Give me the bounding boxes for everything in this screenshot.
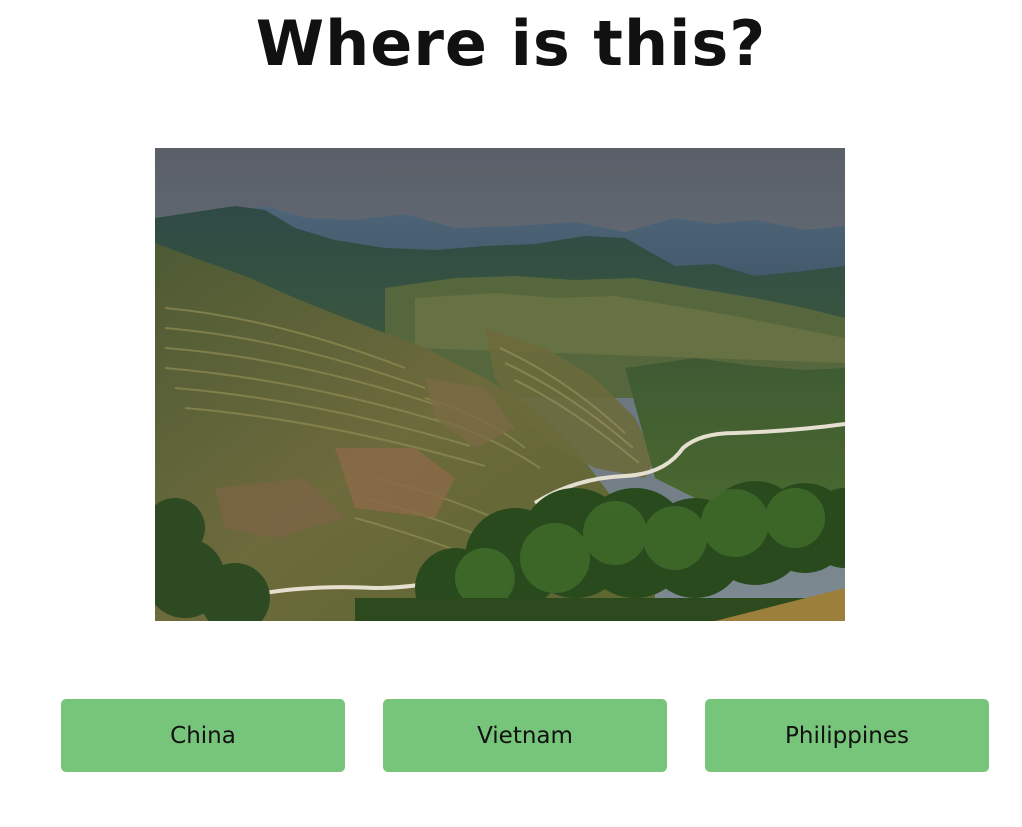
answer-options: China Vietnam Philippines	[61, 699, 989, 772]
answer-button-philippines[interactable]: Philippines	[705, 699, 989, 772]
answer-button-china[interactable]: China	[61, 699, 345, 772]
landscape-photo	[155, 148, 845, 621]
answer-button-vietnam[interactable]: Vietnam	[383, 699, 667, 772]
question-title: Where is this?	[255, 7, 767, 80]
